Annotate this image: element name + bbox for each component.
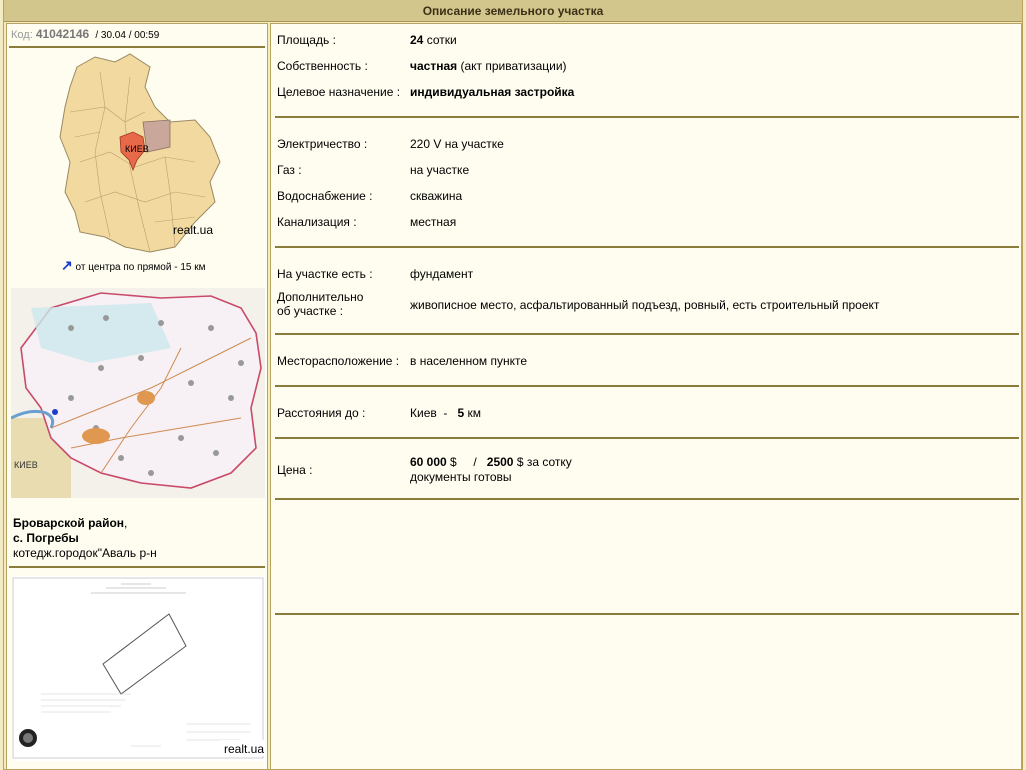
location-marker bbox=[52, 409, 58, 415]
price-per-unit: 2500 bbox=[486, 455, 514, 469]
water-value: скважина bbox=[410, 189, 463, 203]
gas-label: Газ : bbox=[277, 163, 302, 177]
onsite-value: фундамент bbox=[410, 267, 474, 281]
details-panel: Площадь : 24 сотки Собственность : частн… bbox=[270, 23, 1022, 770]
price-slash: / bbox=[473, 455, 477, 469]
onsite-label: На участке есть : bbox=[277, 267, 373, 281]
location-label: Месторасположение : bbox=[277, 354, 400, 368]
left-panel: Код: 41042146 / 30.04 / 00:59 КИЕВ realt… bbox=[6, 23, 268, 770]
extra-label-line1: Дополнительно bbox=[277, 290, 364, 304]
town-marker bbox=[82, 428, 110, 444]
water-label: Водоснабжение : bbox=[277, 189, 373, 203]
area-value: 24 сотки bbox=[410, 33, 457, 47]
distance-city: Киев bbox=[410, 406, 437, 420]
electricity-value: 220 V на участке bbox=[410, 137, 504, 151]
divider bbox=[275, 498, 1019, 500]
arrow-icon: ↗ bbox=[61, 257, 73, 273]
sewer-value: местная bbox=[410, 215, 457, 229]
watermark: realt.ua bbox=[173, 223, 213, 237]
distance-dash: - bbox=[443, 406, 448, 420]
ownership-type: частная bbox=[410, 59, 458, 73]
electricity-label: Электричество : bbox=[277, 137, 368, 151]
ownership-value: частная (акт приватизации) bbox=[410, 59, 567, 73]
page-frame: Описание земельного участка Код: 4104214… bbox=[3, 0, 1023, 770]
price-label: Цена : bbox=[277, 463, 313, 477]
location-text: Броварской район, с. Погребы котедж.горо… bbox=[13, 516, 157, 561]
price-currency: $ bbox=[450, 455, 457, 469]
distance-km: 5 bbox=[457, 406, 465, 420]
divider bbox=[275, 333, 1019, 335]
divider bbox=[275, 613, 1019, 615]
village-name: с. Погребы bbox=[13, 531, 79, 545]
location-detail: котедж.городок"Аваль р-н bbox=[13, 546, 157, 560]
distance-value: Киев - 5 км bbox=[410, 406, 481, 420]
code-number: 41042146 bbox=[35, 27, 90, 41]
gas-value: на участке bbox=[410, 163, 470, 177]
extra-label: Дополнительно об участке : bbox=[277, 290, 363, 318]
distance-note: ↗ от центра по прямой - 15 км bbox=[61, 257, 206, 274]
divider bbox=[275, 116, 1019, 118]
region-map[interactable]: КИЕВ realt.ua bbox=[55, 52, 225, 257]
purpose-label: Целевое назначение : bbox=[277, 85, 401, 99]
divider bbox=[275, 385, 1019, 387]
sewer-label: Канализация : bbox=[277, 215, 357, 229]
purpose-value: индивидуальная застройка bbox=[410, 85, 574, 99]
divider bbox=[275, 437, 1019, 439]
purpose-text: индивидуальная застройка bbox=[410, 85, 575, 99]
price-value: 60 000 $ / 2500 $ за сотку документы гот… bbox=[410, 455, 572, 485]
distance-note-text: от центра по прямой - 15 км bbox=[75, 262, 206, 273]
divider bbox=[275, 246, 1019, 248]
ownership-note: (акт приватизации) bbox=[460, 59, 567, 73]
plan-watermark: realt.ua bbox=[224, 742, 264, 756]
divider bbox=[9, 46, 265, 48]
brovary-town bbox=[137, 391, 155, 405]
area-label: Площадь : bbox=[277, 33, 336, 47]
stamp-inner bbox=[23, 733, 33, 743]
ownership-label: Собственность : bbox=[277, 59, 368, 73]
location-value: в населенном пункте bbox=[410, 354, 528, 368]
city-label: КИЕВ bbox=[125, 144, 149, 154]
distance-unit: км bbox=[467, 406, 481, 420]
extra-label-line2: об участке : bbox=[277, 304, 344, 318]
area-unit: сотки bbox=[426, 33, 457, 47]
price-per-unit-suffix: $ за сотку bbox=[516, 455, 572, 469]
distance-label: Расстояния до : bbox=[277, 406, 366, 420]
code-label: Код: bbox=[11, 29, 33, 41]
page-title: Описание земельного участка bbox=[4, 0, 1022, 22]
documents-status: документы готовы bbox=[410, 470, 512, 484]
district-name: Броварской район bbox=[13, 516, 125, 530]
price-total: 60 000 bbox=[410, 455, 447, 469]
plan-background bbox=[11, 576, 265, 761]
area-number: 24 bbox=[410, 33, 424, 47]
district-comma: , bbox=[124, 516, 128, 530]
listing-code: Код: 41042146 / 30.04 / 00:59 bbox=[11, 27, 159, 41]
code-date: / 30.04 / 00:59 bbox=[95, 30, 160, 41]
map-city-label: КИЕВ bbox=[14, 460, 38, 470]
district-map[interactable]: КИЕВ bbox=[11, 288, 265, 498]
extra-value: живописное место, асфальтированный подъе… bbox=[410, 298, 880, 312]
divider bbox=[9, 566, 265, 568]
plot-plan-image[interactable]: realt.ua bbox=[11, 576, 265, 761]
